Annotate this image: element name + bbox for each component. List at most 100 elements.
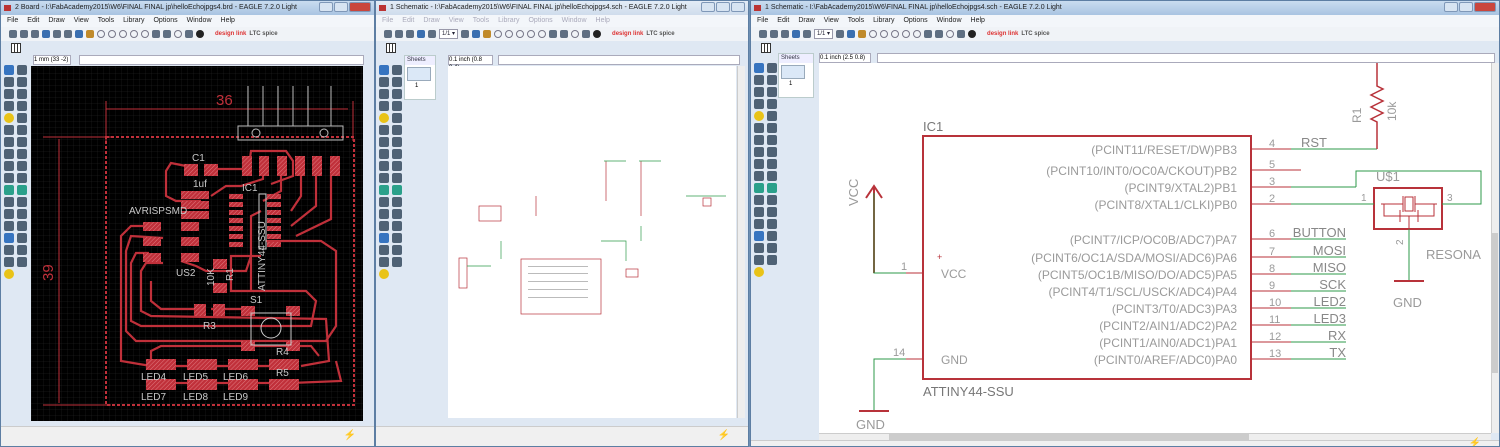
tool-icon[interactable] (379, 161, 389, 171)
tool-icon[interactable] (17, 137, 27, 147)
schematic-canvas[interactable]: IC1 ATTINY44-SSU (PCINT11/RESET/DW)PB3 4 RST… (819, 63, 1491, 433)
maximize-button[interactable] (334, 2, 348, 12)
zoom-redraw-icon[interactable] (130, 30, 138, 38)
save-icon[interactable] (770, 30, 778, 38)
tool-icon[interactable] (754, 159, 764, 169)
board-canvas[interactable]: 36 39 C1 1uf IC1 ATTINY44-SSU AVRISPSMD … (31, 66, 363, 421)
tool-icon[interactable] (767, 231, 777, 241)
designlink-logo[interactable]: design link (215, 31, 246, 37)
tool-icon[interactable] (4, 173, 14, 183)
tool-icon[interactable] (17, 209, 27, 219)
tool-icon[interactable] (4, 245, 14, 255)
warning-icon[interactable] (379, 269, 389, 279)
menu-item[interactable]: File (757, 15, 768, 27)
print-icon[interactable] (406, 30, 414, 38)
tool-icon[interactable] (17, 149, 27, 159)
tool-icon[interactable] (754, 231, 764, 241)
tool-icon[interactable] (754, 243, 764, 253)
minimize-button[interactable] (319, 2, 333, 12)
print-icon[interactable] (31, 30, 39, 38)
tool-icon[interactable] (17, 233, 27, 243)
tool-icon[interactable] (754, 195, 764, 205)
ltspice-logo[interactable]: LTC spice (1021, 31, 1049, 37)
menu-item[interactable]: File (382, 15, 393, 27)
zoom-out-icon[interactable] (119, 30, 127, 38)
tool-icon[interactable] (754, 99, 764, 109)
menu-item[interactable]: Edit (777, 15, 789, 27)
stop-icon[interactable] (174, 30, 182, 38)
tool-icon[interactable] (17, 125, 27, 135)
tool-icon[interactable] (754, 219, 764, 229)
tool-icon[interactable] (767, 255, 777, 265)
tool-icon[interactable] (4, 161, 14, 171)
menu-item[interactable]: View (449, 15, 464, 27)
tool-icon[interactable] (767, 75, 777, 85)
menu-item[interactable]: Help (221, 15, 235, 27)
tool-icon[interactable] (754, 87, 764, 97)
undo-icon[interactable] (549, 30, 558, 38)
tool-icon[interactable] (379, 209, 389, 219)
ltspice-logo[interactable]: LTC spice (249, 31, 277, 37)
save-icon[interactable] (20, 30, 28, 38)
menu-item[interactable]: Tools (473, 15, 489, 27)
new-icon[interactable] (384, 30, 392, 38)
menu-item[interactable]: Edit (27, 15, 39, 27)
zoom-in-icon[interactable] (108, 30, 116, 38)
minimize-button[interactable] (1444, 2, 1458, 12)
tool-icon[interactable] (392, 185, 402, 195)
tool-icon[interactable] (754, 123, 764, 133)
zoom-in-icon[interactable] (505, 30, 514, 38)
go-icon[interactable] (185, 30, 193, 38)
tool-icon[interactable] (379, 65, 389, 75)
tool-icon[interactable] (379, 77, 389, 87)
stop-icon[interactable] (946, 30, 955, 38)
menu-item[interactable]: View (74, 15, 89, 27)
layers-icon[interactable] (64, 30, 72, 38)
tool-icon[interactable] (767, 147, 777, 157)
menu-item[interactable]: Options (903, 15, 927, 27)
warning-icon[interactable] (754, 267, 764, 277)
go-icon[interactable] (582, 30, 591, 38)
sheet-select-dropdown[interactable]: 1/1 ▾ (439, 29, 459, 39)
menu-item[interactable]: Tools (98, 15, 114, 27)
tool-icon[interactable] (379, 113, 389, 123)
sheet-select-dropdown[interactable]: 1/1 ▾ (814, 29, 834, 39)
tool-icon[interactable] (379, 137, 389, 147)
warning-icon[interactable] (4, 269, 14, 279)
close-button[interactable] (1474, 2, 1496, 12)
tool-icon[interactable] (4, 137, 14, 147)
tool-icon[interactable] (767, 63, 777, 73)
maximize-button[interactable] (1459, 2, 1473, 12)
board-icon[interactable] (847, 30, 856, 38)
tool-icon[interactable] (4, 113, 14, 123)
tool-icon[interactable] (767, 123, 777, 133)
tool-icon[interactable] (379, 173, 389, 183)
tool-icon[interactable] (379, 185, 389, 195)
help-icon[interactable] (593, 30, 602, 38)
lightning-icon[interactable]: ⚡ (1469, 438, 1481, 446)
board-icon[interactable] (75, 30, 83, 38)
zoom-redraw-icon[interactable] (527, 30, 536, 38)
info-icon[interactable] (803, 30, 811, 38)
tool-icon[interactable] (379, 257, 389, 267)
tool-icon[interactable] (754, 75, 764, 85)
tool-icon[interactable] (392, 113, 402, 123)
zoom-select-icon[interactable] (141, 30, 149, 38)
sheet-thumbnail[interactable] (781, 65, 805, 79)
menu-item[interactable]: Window (562, 15, 587, 27)
tool-icon[interactable] (767, 243, 777, 253)
stop-icon[interactable] (571, 30, 580, 38)
close-button[interactable] (349, 2, 371, 12)
menu-item[interactable]: Library (873, 15, 894, 27)
tool-icon[interactable] (392, 233, 402, 243)
tool-icon[interactable] (379, 221, 389, 231)
zoom-out-icon[interactable] (516, 30, 525, 38)
tool-icon[interactable] (4, 149, 14, 159)
tool-icon[interactable] (17, 185, 27, 195)
zoom-select-icon[interactable] (538, 30, 547, 38)
cam-icon[interactable] (417, 30, 425, 38)
tool-icon[interactable] (767, 171, 777, 181)
menu-item[interactable]: Help (971, 15, 985, 27)
undo-icon[interactable] (152, 30, 160, 38)
menu-item[interactable]: Window (937, 15, 962, 27)
